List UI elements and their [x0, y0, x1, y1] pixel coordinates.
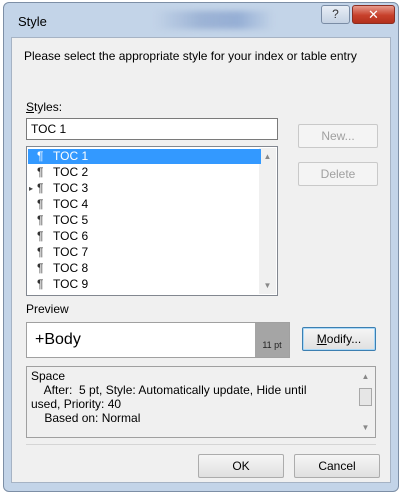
close-icon: ✕: [368, 7, 379, 22]
new-button[interactable]: New...: [298, 124, 378, 148]
style-list-item[interactable]: ¶ TOC 5: [37, 213, 261, 228]
close-button[interactable]: ✕: [352, 5, 395, 24]
paragraph-mark-icon: ¶: [37, 165, 44, 179]
preview-size-tag: 11 pt: [255, 323, 289, 357]
style-list-item-label: TOC 1: [53, 149, 89, 163]
preview-font-name: +Body: [35, 331, 81, 348]
style-dialog: Style ? ✕ Please select the appropriate …: [3, 2, 399, 492]
scroll-down-arrow-icon[interactable]: ▼: [357, 419, 374, 436]
preview-box: +Body 11 pt: [26, 322, 290, 358]
footer-divider: [26, 444, 376, 445]
delete-button[interactable]: Delete: [298, 162, 378, 186]
styles-input[interactable]: TOC 1: [26, 118, 278, 140]
help-icon: ?: [332, 7, 339, 21]
paragraph-mark-icon: ¶: [37, 213, 44, 227]
paragraph-mark-icon: ¶: [37, 181, 44, 195]
description-scrollbar[interactable]: ▲ ▼: [357, 368, 374, 436]
style-list-item[interactable]: ¶ TOC 1: [28, 149, 261, 164]
dialog-body: Please select the appropriate style for …: [11, 37, 391, 483]
scroll-down-arrow-icon[interactable]: ▼: [259, 277, 276, 294]
style-list-item-label: TOC 5: [53, 213, 89, 227]
scroll-thumb[interactable]: [359, 388, 372, 406]
style-list-item-label: TOC 3: [53, 181, 89, 195]
style-list-item-label: TOC 9: [53, 277, 89, 291]
style-list-item-label: TOC 8: [53, 261, 89, 275]
style-list-item-label: TOC 7: [53, 245, 89, 259]
cancel-button[interactable]: Cancel: [294, 454, 380, 478]
style-list-item[interactable]: ¶ TOC 6: [37, 229, 261, 244]
style-description: Space After: 5 pt, Style: Automatically …: [26, 366, 376, 438]
ok-button[interactable]: OK: [198, 454, 284, 478]
style-list-item[interactable]: ¶ TOC 2: [37, 165, 261, 180]
styles-label: Styles:: [26, 100, 63, 114]
modify-button[interactable]: Modify...: [302, 327, 376, 351]
style-list-item[interactable]: ¶ TOC 3: [37, 181, 261, 196]
paragraph-mark-icon: ¶: [37, 149, 44, 163]
instruction-text: Please select the appropriate style for …: [24, 49, 357, 63]
description-line: Based on: Normal: [31, 411, 141, 425]
styles-list-scrollbar[interactable]: ▲ ▼: [259, 148, 276, 294]
description-line: Space: [31, 369, 66, 383]
scroll-up-arrow-icon[interactable]: ▲: [357, 368, 374, 385]
style-list-item[interactable]: ¶ TOC 9: [37, 277, 261, 292]
title-bar[interactable]: Style ? ✕: [4, 3, 398, 37]
paragraph-mark-icon: ¶: [37, 261, 44, 275]
style-list-item-label: TOC 6: [53, 229, 89, 243]
preview-label: Preview: [26, 302, 69, 316]
paragraph-mark-icon: ¶: [37, 245, 44, 259]
paragraph-mark-icon: ¶: [37, 197, 44, 211]
style-list-item-label: TOC 4: [53, 197, 89, 211]
style-list-item-label: TOC 2: [53, 165, 89, 179]
styles-input-value: TOC 1: [31, 122, 67, 136]
style-list-item[interactable]: ¶ TOC 4: [37, 197, 261, 212]
paragraph-mark-icon: ¶: [37, 229, 44, 243]
style-list-item[interactable]: ¶ TOC 7: [37, 245, 261, 260]
styles-list[interactable]: ▲ ▼ ¶ TOC 1 ¶ TOC 2 ¶ TOC 3 ▸ ¶ TOC 4 ¶ TOC 5 ¶ TOC …: [26, 146, 278, 296]
description-line: used, Priority: 40: [31, 397, 122, 411]
window-title: Style: [18, 14, 47, 29]
paragraph-mark-icon: ¶: [37, 277, 44, 291]
title-bar-blur: [154, 11, 274, 29]
description-line: After: 5 pt, Style: Automatically update…: [31, 383, 307, 397]
style-list-item[interactable]: ¶ TOC 8: [37, 261, 261, 276]
help-button[interactable]: ?: [321, 5, 350, 24]
scroll-up-arrow-icon[interactable]: ▲: [259, 148, 276, 165]
triangle-marker-icon: ▸: [29, 184, 34, 193]
